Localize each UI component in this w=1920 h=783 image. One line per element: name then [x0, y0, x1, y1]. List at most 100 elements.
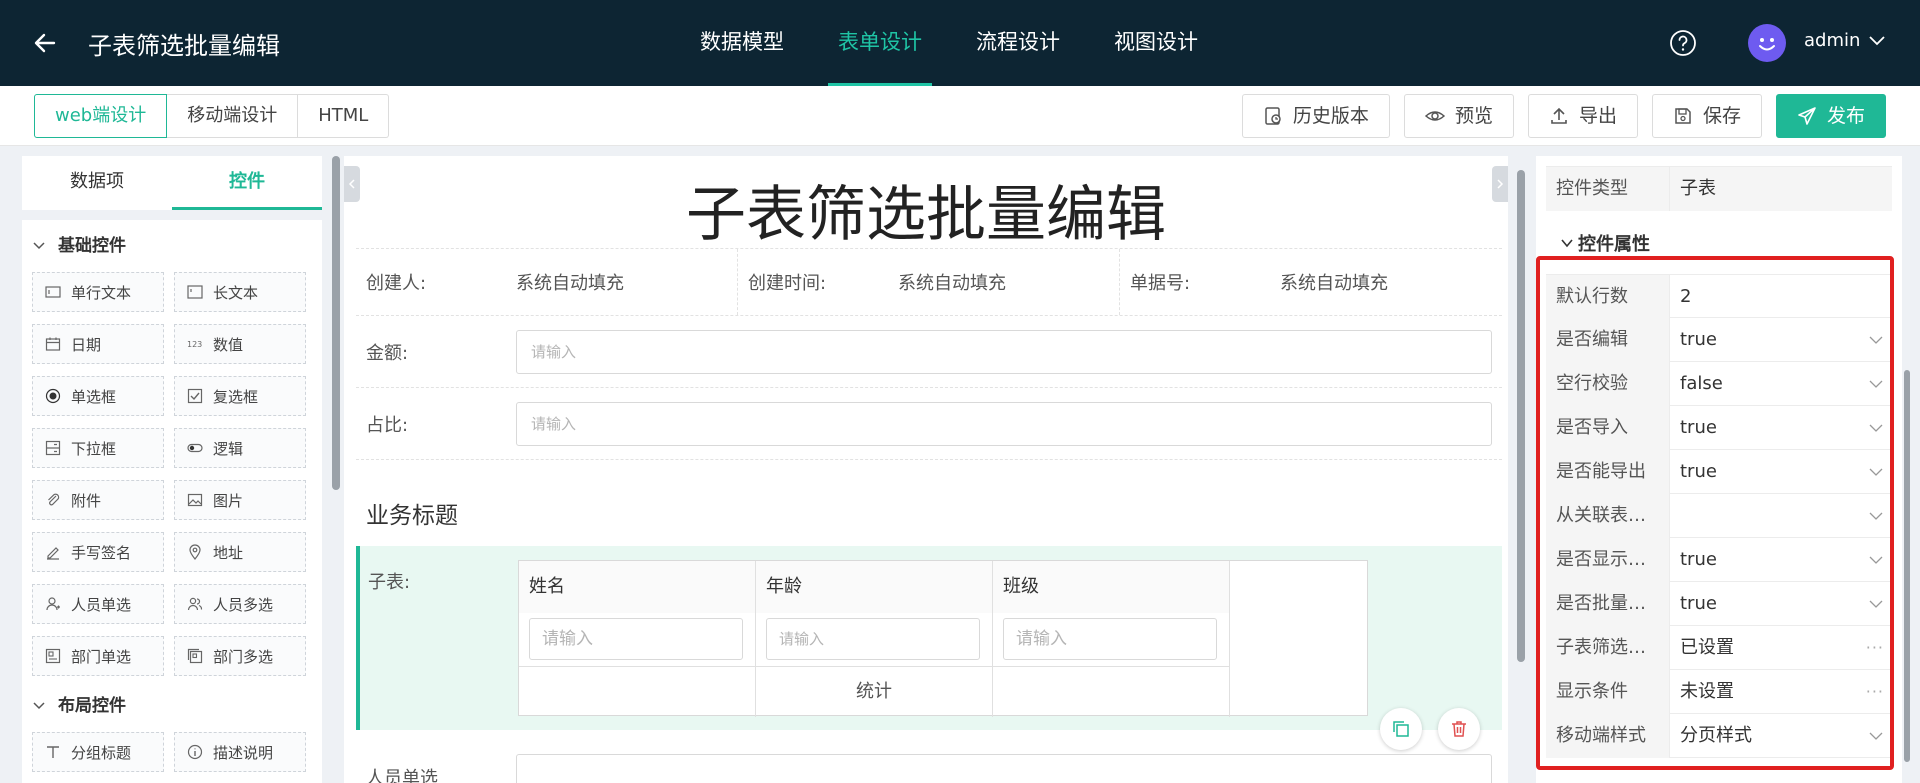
- control-attachment[interactable]: 附件: [32, 480, 164, 520]
- nav-tab-flow-design[interactable]: 流程设计: [956, 0, 1080, 86]
- preview-button[interactable]: 预览: [1403, 94, 1514, 138]
- delete-control-button[interactable]: [1438, 708, 1480, 750]
- control-address[interactable]: 地址: [174, 532, 306, 572]
- nav-tab-view-design[interactable]: 视图设计: [1094, 0, 1218, 86]
- control-group-title[interactable]: 分组标题: [32, 732, 164, 772]
- avatar[interactable]: [1748, 24, 1786, 62]
- subtable-control-selected[interactable]: 子表: 姓名 年龄 班级 请输入 请输入 请输入 统计: [356, 546, 1502, 730]
- group-layout-controls[interactable]: 布局控件: [22, 680, 322, 732]
- more-dots-icon[interactable]: ···: [1866, 626, 1884, 670]
- control-user-multi[interactable]: 人员多选: [174, 584, 306, 624]
- field-amount[interactable]: 金额: 请输入: [356, 316, 1502, 388]
- mobile-style-select[interactable]: 分页样式: [1670, 714, 1892, 758]
- export-button[interactable]: 导出: [1527, 94, 1638, 138]
- exportable-select[interactable]: true: [1670, 450, 1892, 494]
- group-basic-controls[interactable]: 基础控件: [22, 220, 322, 272]
- subtable-input[interactable]: 请输入: [1003, 618, 1217, 660]
- checkbox-icon: [187, 388, 203, 404]
- control-description[interactable]: 描述说明: [174, 732, 306, 772]
- top-nav-bar: 子表筛选批量编辑 数据模型 表单设计 流程设计 视图设计 admin: [0, 0, 1920, 86]
- batch-select[interactable]: true: [1670, 582, 1892, 626]
- control-dept-single[interactable]: 部门单选: [32, 636, 164, 676]
- section-title[interactable]: 业务标题: [366, 496, 458, 530]
- save-button[interactable]: 保存: [1651, 94, 1762, 138]
- collapse-right-button[interactable]: [1492, 166, 1508, 202]
- importable-select[interactable]: true: [1670, 406, 1892, 450]
- meta-create-time[interactable]: 创建时间: 系统自动填充: [738, 249, 1120, 315]
- tab-data-items[interactable]: 数据项: [22, 156, 172, 210]
- property-panel-scrollbar[interactable]: [1904, 370, 1910, 762]
- history-version-button[interactable]: 历史版本: [1241, 94, 1390, 138]
- control-dropdown[interactable]: 下拉框: [32, 428, 164, 468]
- control-dept-multi[interactable]: 部门多选: [174, 636, 306, 676]
- mode-mobile-design[interactable]: 移动端设计: [167, 94, 299, 138]
- control-signature[interactable]: 手写签名: [32, 532, 164, 572]
- field-user-single[interactable]: 人员单选: [356, 746, 1502, 783]
- canvas-scrollbar[interactable]: [1517, 170, 1525, 662]
- subtable-input[interactable]: 请输入: [766, 618, 980, 660]
- tab-controls[interactable]: 控件: [172, 156, 322, 210]
- prop-batch[interactable]: 是否批量… true: [1546, 582, 1892, 626]
- nav-tab-data-model[interactable]: 数据模型: [680, 0, 804, 86]
- meta-creator[interactable]: 创建人: 系统自动填充: [356, 249, 738, 315]
- prop-importable[interactable]: 是否导入 true: [1546, 406, 1892, 450]
- empty-row-validation-select[interactable]: false: [1670, 362, 1892, 406]
- eye-icon: [1424, 111, 1445, 121]
- dropdown-icon: [45, 440, 61, 456]
- publish-button[interactable]: 发布: [1775, 94, 1886, 138]
- left-panel-scrollbar[interactable]: [332, 156, 340, 490]
- control-image[interactable]: 图片: [174, 480, 306, 520]
- user-name[interactable]: admin: [1804, 30, 1860, 51]
- subtable-filter-setting[interactable]: 已设置 ···: [1670, 626, 1892, 670]
- prop-from-related-table[interactable]: 从关联表…: [1546, 494, 1892, 538]
- control-radio[interactable]: 单选框: [32, 376, 164, 416]
- meta-doc-number[interactable]: 单据号: 系统自动填充: [1120, 249, 1502, 315]
- control-date[interactable]: 日期: [32, 324, 164, 364]
- prop-default-rows[interactable]: 默认行数 2: [1546, 274, 1892, 319]
- control-logic[interactable]: 逻辑: [174, 428, 306, 468]
- prop-show[interactable]: 是否显示… true: [1546, 538, 1892, 582]
- mode-html[interactable]: HTML: [298, 94, 390, 138]
- subtable-input[interactable]: 请输入: [529, 618, 743, 660]
- control-label: 描述说明: [213, 743, 274, 762]
- subtable-column-name[interactable]: 姓名: [519, 561, 756, 613]
- collapse-left-button[interactable]: [344, 166, 360, 202]
- display-condition-setting[interactable]: 未设置 ···: [1670, 670, 1892, 714]
- meta-label: 单据号:: [1130, 273, 1191, 294]
- field-ratio[interactable]: 占比: 请输入: [356, 388, 1502, 460]
- control-single-line-text[interactable]: 单行文本: [32, 272, 164, 312]
- prop-exportable[interactable]: 是否能导出 true: [1546, 450, 1892, 494]
- chevron-right-icon: [1497, 179, 1504, 189]
- chevron-down-icon: [33, 702, 45, 710]
- prop-editable[interactable]: 是否编辑 true: [1546, 318, 1892, 362]
- subtable-column-class[interactable]: 班级: [993, 561, 1230, 613]
- property-panel: 控件类型 子表 控件属性 默认行数 2 是否编辑 true 空行校验 false…: [1536, 156, 1902, 783]
- chevron-down-icon[interactable]: [1868, 34, 1886, 48]
- prop-mobile-style[interactable]: 移动端样式 分页样式: [1546, 714, 1892, 758]
- form-title[interactable]: 子表筛选批量编辑: [344, 166, 1508, 253]
- control-properties-header[interactable]: 控件属性: [1560, 230, 1650, 256]
- ratio-input[interactable]: 请输入: [516, 401, 1492, 446]
- nav-tab-form-design[interactable]: 表单设计: [818, 0, 942, 86]
- from-related-table-select[interactable]: [1670, 494, 1892, 538]
- prop-subtable-filter[interactable]: 子表筛选… 已设置 ···: [1546, 626, 1892, 670]
- show-select[interactable]: true: [1670, 538, 1892, 582]
- more-dots-icon[interactable]: ···: [1866, 670, 1884, 714]
- control-number[interactable]: 123 数值: [174, 324, 306, 364]
- editable-select[interactable]: true: [1670, 318, 1892, 362]
- help-circle-icon[interactable]: [1668, 28, 1698, 58]
- control-user-single[interactable]: 人员单选: [32, 584, 164, 624]
- prop-empty-row-validation[interactable]: 空行校验 false: [1546, 362, 1892, 406]
- mode-web-design[interactable]: web端设计: [34, 94, 168, 138]
- amount-input[interactable]: 请输入: [516, 329, 1492, 374]
- subtable-column-age[interactable]: 年龄: [756, 561, 993, 613]
- control-long-text[interactable]: 长文本: [174, 272, 306, 312]
- arrow-left-icon[interactable]: [30, 28, 60, 58]
- prop-display-condition[interactable]: 显示条件 未设置 ···: [1546, 670, 1892, 714]
- copy-control-button[interactable]: [1380, 708, 1422, 750]
- prop-label: 是否显示…: [1546, 538, 1670, 582]
- default-rows-input[interactable]: 2: [1670, 275, 1892, 319]
- user-single-input[interactable]: [516, 754, 1492, 783]
- control-checkbox[interactable]: 复选框: [174, 376, 306, 416]
- chevron-down-icon: [1869, 600, 1883, 608]
